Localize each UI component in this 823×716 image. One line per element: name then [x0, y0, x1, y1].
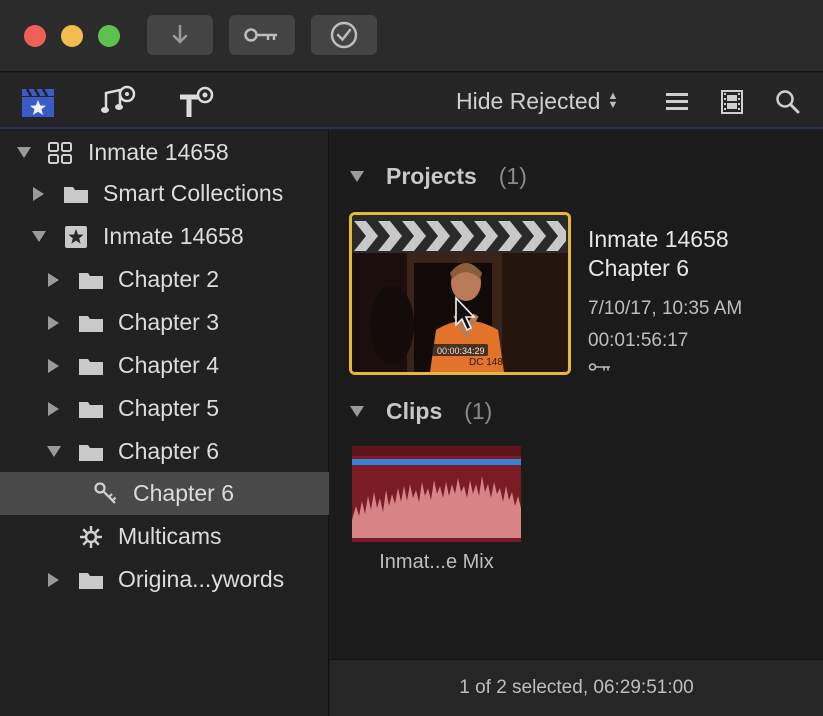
audio-bar	[352, 459, 521, 465]
disclosure-collapsed-icon[interactable]	[47, 272, 61, 287]
project-title-line-1: Inmate 14658	[588, 226, 729, 252]
sidebar-item-chapter-2[interactable]: Chapter 2	[0, 258, 329, 301]
disclosure-collapsed-icon[interactable]	[32, 186, 46, 201]
selection-status: 1 of 2 selected, 06:29:51:00	[459, 677, 694, 698]
folder-icon	[78, 567, 104, 593]
list-view-button[interactable]	[658, 85, 696, 119]
folder-icon	[78, 439, 104, 465]
sidebar-item-label: Chapter 4	[118, 352, 220, 378]
browser-toolbar: Hide Rejected ▲ ▼	[0, 73, 823, 129]
folder-icon	[63, 181, 89, 207]
event-star-icon	[63, 224, 89, 250]
clip-appearance-button[interactable]	[713, 85, 751, 119]
folder-icon	[78, 267, 104, 293]
sidebar-item-multicams[interactable]: Multicams	[0, 515, 329, 558]
projects-count: (1)	[498, 163, 527, 189]
key-icon	[588, 359, 742, 377]
status-bar: 1 of 2 selected, 06:29:51:00	[330, 659, 823, 716]
key-icon	[93, 481, 119, 507]
titles-generators-icon	[180, 86, 214, 117]
search-icon	[776, 90, 800, 114]
disclosure-collapsed-icon[interactable]	[47, 315, 61, 330]
disclosure-expanded-icon[interactable]	[47, 445, 61, 459]
svg-text:DC 1481: DC 1481	[469, 357, 509, 368]
import-button[interactable]	[146, 14, 214, 56]
disclosure-expanded-icon[interactable]	[350, 405, 364, 418]
folder-icon	[78, 396, 104, 422]
import-icon	[172, 24, 188, 44]
search-button[interactable]	[769, 85, 807, 119]
checkmark-icon	[330, 21, 358, 49]
project-date: 7/10/17, 10:35 AM	[588, 298, 743, 319]
projects-header-label: Projects	[386, 163, 477, 189]
sidebar-item-event[interactable]: Inmate 14658	[0, 215, 329, 258]
libraries-tab[interactable]	[19, 85, 57, 119]
clip-filter-popup[interactable]: Hide Rejected ▲ ▼	[456, 87, 618, 115]
clips-header-label: Clips	[386, 398, 443, 424]
sidebar-item-label: Inmate 14658	[103, 223, 244, 249]
library-icon	[47, 140, 73, 166]
timecode-overlay: 00:00:34:29	[437, 346, 485, 356]
folder-icon	[78, 310, 104, 336]
sidebar-item-label: Smart Collections	[103, 180, 284, 206]
clip-thumbnail[interactable]	[352, 446, 521, 542]
sidebar-item-chapter-6[interactable]: Chapter 6	[0, 430, 329, 473]
close-window-button[interactable]	[24, 25, 46, 47]
disclosure-collapsed-icon[interactable]	[47, 401, 61, 416]
libraries-icon	[22, 88, 54, 117]
clips-count: (1)	[464, 398, 493, 424]
sidebar-item-label: Multicams	[118, 523, 222, 549]
sidebar-item-chapter-4[interactable]: Chapter 4	[0, 344, 329, 387]
sidebar-item-chapter-3[interactable]: Chapter 3	[0, 301, 329, 344]
project-info: Inmate 14658 Chapter 6 7/10/17, 10:35 AM…	[588, 225, 742, 377]
sidebar-item-smart-collections[interactable]: Smart Collections	[0, 172, 329, 215]
project-thumbnail[interactable]: DC 1481 00:00:34:29	[349, 212, 571, 375]
updown-chevron-icon: ▲ ▼	[607, 90, 619, 111]
background-tasks-button[interactable]	[310, 14, 378, 56]
filter-label: Hide Rejected	[456, 87, 601, 114]
sidebar-item-label: Chapter 6	[133, 480, 235, 506]
disclosure-expanded-icon[interactable]	[17, 146, 31, 160]
minimize-window-button[interactable]	[61, 25, 83, 47]
project-title-line-2: Chapter 6	[588, 255, 690, 281]
browser-content: Projects (1) Clips (1)	[330, 131, 823, 659]
disclosure-expanded-icon[interactable]	[350, 170, 364, 183]
keyword-editor-button[interactable]	[228, 14, 296, 56]
sidebar-item-label: Chapter 3	[118, 309, 220, 335]
sidebar-item-label: Chapter 5	[118, 395, 220, 421]
disclosure-collapsed-icon[interactable]	[47, 572, 61, 587]
gear-icon	[78, 524, 104, 550]
filmstrip-icon	[721, 90, 743, 114]
library-sidebar: Inmate 14658 Smart Collections Inmate 14…	[0, 131, 329, 716]
sidebar-item-label: Chapter 2	[118, 266, 220, 292]
sidebar-item-library[interactable]: Inmate 14658	[0, 131, 329, 174]
project-duration: 00:01:56:17	[588, 330, 689, 351]
title-bar	[0, 0, 823, 72]
sidebar-item-original-keywords[interactable]: Origina...ywords	[0, 558, 329, 601]
clips-section-header[interactable]: Clips (1)	[350, 398, 492, 425]
sidebar-item-label: Origina...ywords	[118, 566, 285, 592]
photos-audio-tab[interactable]	[99, 85, 137, 119]
sidebar-item-chapter-5[interactable]: Chapter 5	[0, 387, 329, 430]
folder-icon	[78, 353, 104, 379]
zoom-window-button[interactable]	[98, 25, 120, 47]
projects-section-header[interactable]: Projects (1)	[350, 163, 527, 190]
disclosure-collapsed-icon[interactable]	[47, 358, 61, 373]
key-icon	[244, 28, 277, 42]
titles-generators-tab[interactable]	[177, 85, 215, 119]
sidebar-item-label: Inmate 14658	[88, 139, 229, 165]
sidebar-item-keyword-chapter-6[interactable]: Chapter 6	[0, 472, 329, 515]
clip-label: Inmat...e Mix	[379, 551, 494, 573]
disclosure-expanded-icon[interactable]	[32, 230, 46, 244]
list-view-icon	[666, 93, 688, 110]
sidebar-item-label: Chapter 6	[118, 438, 220, 464]
photos-audio-icon	[101, 85, 136, 113]
